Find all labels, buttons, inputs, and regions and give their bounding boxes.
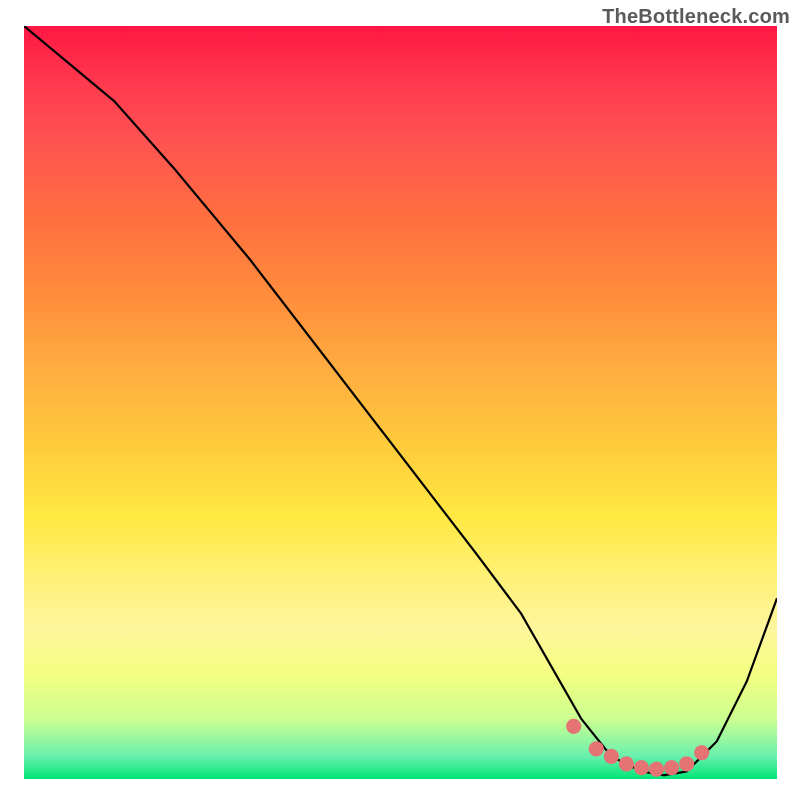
plot-area bbox=[24, 26, 777, 779]
optimal-marker bbox=[694, 745, 709, 760]
chart-overlay bbox=[24, 26, 777, 779]
optimal-marker bbox=[619, 756, 634, 771]
optimal-marker bbox=[634, 760, 649, 775]
attribution-label: TheBottleneck.com bbox=[602, 6, 790, 29]
optimal-marker bbox=[679, 756, 694, 771]
optimal-marker bbox=[664, 760, 679, 775]
chart-container: TheBottleneck.com bbox=[0, 0, 800, 800]
optimal-marker bbox=[566, 719, 581, 734]
optimal-marker bbox=[589, 741, 604, 756]
bottleneck-curve bbox=[24, 26, 777, 775]
optimal-marker bbox=[649, 762, 664, 777]
optimal-marker bbox=[604, 749, 619, 764]
